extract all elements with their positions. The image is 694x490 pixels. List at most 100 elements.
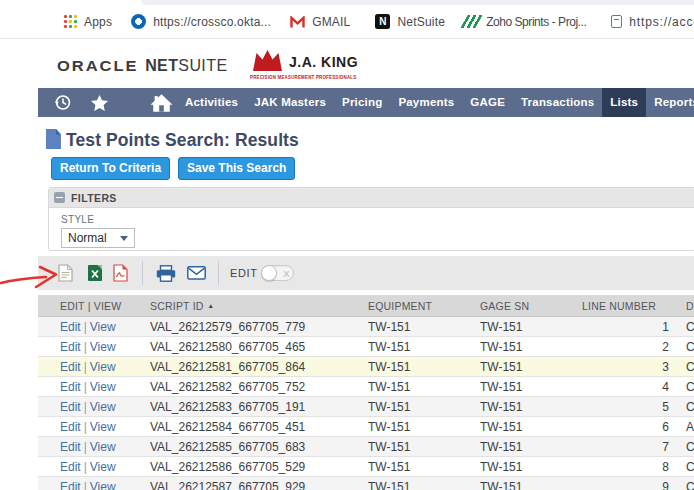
jak-name: J.A. KING (289, 54, 358, 70)
print-icon[interactable] (156, 265, 176, 282)
view-link[interactable]: View (90, 480, 116, 490)
nav-item-transactions[interactable]: Transactions (513, 88, 602, 117)
edit-link[interactable]: Edit (60, 380, 81, 394)
bookmark-label: NetSuite (397, 15, 445, 29)
cell-gage-sn: TW-151 (480, 380, 572, 394)
cell-equipment: TW-151 (368, 400, 480, 414)
bookmark-zoho-sprints-proj[interactable]: Zoho Sprints - Proj... (464, 15, 586, 29)
edit-link[interactable]: Edit (60, 400, 81, 414)
bookmark-label: https://crossco.okta... (153, 15, 271, 29)
row-actions: Edit|View (38, 320, 150, 334)
nav-item-jak-masters[interactable]: JAK Masters (246, 88, 334, 117)
cell-equipment: TW-151 (368, 440, 480, 454)
table-row: Edit|ViewVAL_26212579_667705_779TW-151TW… (38, 317, 694, 337)
green-doc-icon (611, 15, 622, 28)
view-link[interactable]: View (90, 420, 116, 434)
view-link[interactable]: View (90, 400, 116, 414)
style-dropdown-value: Normal (68, 231, 120, 245)
nav-menu: ActivitiesJAK MastersPricingPaymentsGAGE… (177, 88, 694, 117)
toolbar-separator (142, 261, 143, 285)
collapse-icon[interactable] (54, 192, 65, 203)
col-equipment[interactable]: EQUIPMENT (368, 300, 480, 312)
toggle-knob (261, 265, 277, 281)
cell-script-id: VAL_26212583_667705_191 (150, 400, 368, 414)
email-icon[interactable] (187, 266, 206, 280)
view-link[interactable]: View (90, 340, 116, 354)
cell-description: CW (672, 320, 694, 334)
bookmark-https-account[interactable]: https://account (611, 15, 694, 29)
history-icon[interactable] (53, 88, 72, 117)
cell-description: CW (672, 340, 694, 354)
cell-gage-sn: TW-151 (480, 400, 572, 414)
cell-script-id: VAL_26212582_667705_752 (150, 380, 368, 394)
view-link[interactable]: View (90, 360, 116, 374)
cell-equipment: TW-151 (368, 360, 480, 374)
home-icon[interactable] (150, 88, 173, 117)
netsuite-logo-text: NETSUITE (145, 57, 227, 74)
cell-line-number: 8 (572, 460, 672, 474)
col-edit-view[interactable]: EDIT | VIEW (38, 300, 150, 312)
cell-line-number: 7 (572, 440, 672, 454)
return-to-criteria-button[interactable]: Return To Criteria (51, 157, 170, 180)
nav-item-lists[interactable]: Lists (602, 88, 646, 117)
col-line-number[interactable]: LINE NUMBER (572, 300, 672, 312)
nav-item-gage[interactable]: GAGE (462, 88, 513, 117)
toggle-x-icon: X (283, 268, 289, 279)
cell-gage-sn: TW-151 (480, 360, 572, 374)
table-row: Edit|ViewVAL_26212582_667705_752TW-151TW… (38, 377, 694, 397)
edit-link[interactable]: Edit (60, 440, 81, 454)
excel-icon[interactable] (87, 264, 103, 282)
nav-item-activities[interactable]: Activities (177, 88, 246, 117)
bookmark-label: Apps (84, 15, 112, 29)
table-row: Edit|ViewVAL_26212586_667705_529TW-151TW… (38, 457, 694, 477)
cell-script-id: VAL_26212586_667705_529 (150, 460, 368, 474)
edit-toggle[interactable]: X (261, 265, 294, 281)
bookmark-https-crossco-okta[interactable]: https://crossco.okta... (131, 14, 271, 29)
row-actions: Edit|View (38, 380, 150, 394)
style-dropdown[interactable]: Normal (61, 228, 135, 248)
view-link[interactable]: View (90, 440, 116, 454)
save-this-search-button[interactable]: Save This Search (178, 157, 295, 180)
bookmark-label: https://account (629, 15, 694, 29)
table-row: Edit|ViewVAL_26212585_667705_683TW-151TW… (38, 437, 694, 457)
cell-description: CW (672, 460, 694, 474)
nav-item-reports[interactable]: Reports (646, 88, 694, 117)
cell-equipment: TW-151 (368, 420, 480, 434)
table-header: EDIT | VIEW SCRIPT ID▲ EQUIPMENT GAGE SN… (38, 295, 694, 317)
cell-equipment: TW-151 (368, 480, 480, 490)
col-script-id[interactable]: SCRIPT ID▲ (150, 300, 368, 312)
edit-link[interactable]: Edit (60, 340, 81, 354)
bookmark-gmail[interactable]: GMAIL (290, 15, 350, 29)
edit-link[interactable]: Edit (60, 480, 81, 490)
cell-equipment: TW-151 (368, 460, 480, 474)
filters-header[interactable]: FILTERS (49, 188, 694, 208)
cell-gage-sn: TW-151 (480, 420, 572, 434)
cell-line-number: 2 (572, 340, 672, 354)
edit-link[interactable]: Edit (60, 460, 81, 474)
filters-panel: FILTERS STYLE Normal (48, 187, 694, 251)
cell-description: CW (672, 400, 694, 414)
nav-item-pricing[interactable]: Pricing (334, 88, 390, 117)
edit-link[interactable]: Edit (60, 320, 81, 334)
pdf-icon[interactable] (113, 264, 128, 282)
bookmark-label: GMAIL (312, 15, 350, 29)
view-link[interactable]: View (90, 320, 116, 334)
bookmark-netsuite[interactable]: NNetSuite (375, 14, 445, 29)
edit-link[interactable]: Edit (60, 360, 81, 374)
col-gage-sn[interactable]: GAGE SN (480, 300, 572, 312)
view-link[interactable]: View (90, 380, 116, 394)
bookmark-apps[interactable]: Apps (64, 15, 112, 29)
cell-description: Av (672, 420, 694, 434)
col-description[interactable]: DE (672, 300, 694, 312)
row-actions: Edit|View (38, 440, 150, 454)
cell-gage-sn: TW-151 (480, 320, 572, 334)
table-row: Edit|ViewVAL_26212583_667705_191TW-151TW… (38, 397, 694, 417)
star-icon[interactable] (90, 88, 109, 117)
nav-item-payments[interactable]: Payments (390, 88, 462, 117)
row-actions: Edit|View (38, 480, 150, 490)
jak-tagline: PRECISION MEASUREMENT PROFESSIONALS (250, 75, 356, 80)
edit-link[interactable]: Edit (60, 420, 81, 434)
row-actions: Edit|View (38, 340, 150, 354)
cell-script-id: VAL_26212584_667705_451 (150, 420, 368, 434)
view-link[interactable]: View (90, 460, 116, 474)
